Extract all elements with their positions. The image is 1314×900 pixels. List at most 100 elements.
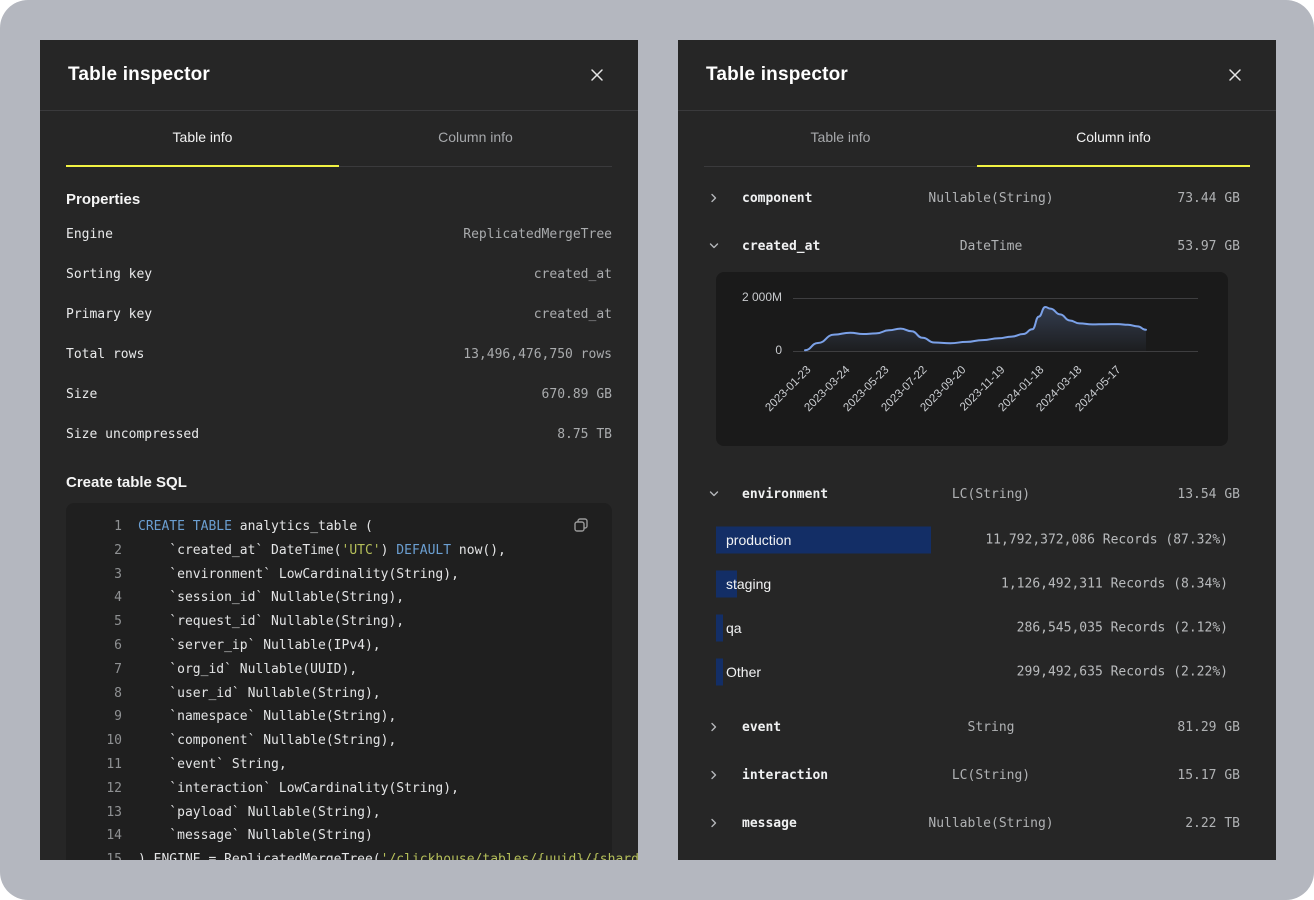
sql-token-plain: `payload` Nullable(String), (138, 805, 381, 820)
table-inspector-dialog-table-info: Table inspector Table info Column info P… (40, 40, 638, 860)
column-name: component (742, 191, 908, 206)
property-value: created_at (534, 307, 612, 322)
property-label: Sorting key (66, 267, 152, 282)
created-at-distribution-chart: 2 000M02023-01-232023-03-242023-05-23202… (716, 272, 1228, 446)
column-type: Nullable(String) (908, 816, 1074, 831)
x-axis-label: 2023-11-19 (935, 364, 1007, 436)
sql-code-text: `user_id` Nullable(String), (138, 682, 381, 706)
column-list: componentNullable(String)73.44 GBcreated… (678, 167, 1276, 847)
copy-icon[interactable] (571, 515, 592, 539)
sql-line: 11 `event` String, (96, 753, 594, 777)
sql-line: 6 `server_ip` Nullable(IPv4), (96, 634, 594, 658)
column-name: message (742, 816, 908, 831)
column-row-environment[interactable]: environmentLC(String)13.54 GB (678, 470, 1276, 518)
property-label: Engine (66, 227, 113, 242)
tab-column-info[interactable]: Column info (339, 111, 612, 167)
y-axis-label: 0 (726, 343, 782, 357)
chevron-down-icon[interactable] (708, 240, 726, 252)
line-number: 13 (96, 801, 122, 825)
sql-code-text: `component` Nullable(String), (138, 729, 396, 753)
sql-line: 2 `created_at` DateTime('UTC') DEFAULT n… (96, 539, 594, 563)
close-icon[interactable] (1222, 62, 1248, 88)
environment-value-records: 1,126,492,311 Records (8.34%) (1001, 577, 1228, 592)
sql-token-plain: `user_id` Nullable(String), (138, 686, 381, 701)
chevron-right-icon[interactable] (708, 192, 726, 204)
sql-token-kw: CREATE TABLE (138, 519, 232, 534)
sql-token-plain: `component` Nullable(String), (138, 733, 396, 748)
sql-line: 12 `interaction` LowCardinality(String), (96, 777, 594, 801)
tab-column-info[interactable]: Column info (977, 111, 1250, 167)
tab-table-info[interactable]: Table info (66, 111, 339, 167)
x-axis-label: 2023-07-22 (858, 364, 930, 436)
sql-token-plain: `org_id` Nullable(UUID), (138, 662, 357, 677)
sql-code-lines: 1CREATE TABLE analytics_table (2 `create… (96, 515, 594, 860)
sql-token-plain: `created_at` DateTime( (138, 543, 342, 558)
column-row-interaction[interactable]: interactionLC(String)15.17 GB (678, 751, 1276, 799)
sql-code-text: `org_id` Nullable(UUID), (138, 658, 357, 682)
column-type: Nullable(String) (908, 191, 1074, 206)
tab-table-info[interactable]: Table info (704, 111, 977, 167)
y-axis-label: 2 000M (726, 290, 782, 304)
x-axis-label: 2023-05-23 (819, 364, 891, 436)
property-row: Size uncompressed 8.75 TB (66, 414, 612, 454)
column-row-component[interactable]: componentNullable(String)73.44 GB (678, 174, 1276, 222)
column-size: 53.97 GB (1074, 239, 1240, 254)
line-number: 6 (96, 634, 122, 658)
dialog-header: Table inspector (678, 40, 1276, 111)
environment-value-row: Other299,492,635 Records (2.22%) (716, 650, 1240, 694)
modal-overlay-background: Table inspector Table info Column info P… (0, 0, 1314, 900)
sql-code-text: CREATE TABLE analytics_table ( (138, 515, 373, 539)
sql-token-str: '/clickhouse/tables/{uuid}/{shard}' (381, 852, 638, 860)
x-axis-label: 2023-03-24 (780, 364, 852, 436)
column-size: 81.29 GB (1074, 720, 1240, 735)
environment-value-bar (716, 615, 723, 642)
dialog-title: Table inspector (68, 64, 210, 86)
sql-token-plain: `interaction` LowCardinality(String), (138, 781, 459, 796)
property-row: Sorting keycreated_at (66, 254, 612, 294)
line-number: 4 (96, 586, 122, 610)
sql-code-text: `message` Nullable(String) (138, 824, 373, 848)
sql-code-block: 1CREATE TABLE analytics_table (2 `create… (66, 503, 612, 860)
sql-token-plain: `environment` LowCardinality(String), (138, 567, 459, 582)
properties-section-title: Properties (66, 191, 612, 208)
line-number: 15 (96, 848, 122, 860)
column-row-created_at[interactable]: created_atDateTime53.97 GB (678, 222, 1276, 270)
property-value: 670.89 GB (542, 387, 612, 402)
sql-line: 10 `component` Nullable(String), (96, 729, 594, 753)
line-number: 3 (96, 563, 122, 587)
property-row: EngineReplicatedMergeTree (66, 214, 612, 254)
column-name: created_at (742, 239, 908, 254)
sql-code-text: `namespace` Nullable(String), (138, 705, 396, 729)
chart-area-svg (793, 280, 1198, 352)
x-axis-label: 2024-03-18 (1013, 364, 1085, 436)
chevron-down-icon[interactable] (708, 488, 726, 500)
sql-line: 4 `session_id` Nullable(String), (96, 586, 594, 610)
close-icon[interactable] (584, 62, 610, 88)
sql-line: 13 `payload` Nullable(String), (96, 801, 594, 825)
line-number: 10 (96, 729, 122, 753)
column-name: interaction (742, 768, 908, 783)
chevron-right-icon[interactable] (708, 721, 726, 733)
environment-value-records: 286,545,035 Records (2.12%) (1017, 621, 1228, 636)
property-label: Total rows (66, 347, 144, 362)
property-row: Total rows13,496,476,750 rows (66, 334, 612, 374)
environment-value-row: production11,792,372,086 Records (87.32%… (716, 518, 1240, 562)
sql-line: 14 `message` Nullable(String) (96, 824, 594, 848)
line-number: 5 (96, 610, 122, 634)
properties-list: EngineReplicatedMergeTreeSorting keycrea… (66, 214, 612, 454)
environment-value-records: 299,492,635 Records (2.22%) (1017, 665, 1228, 680)
column-type: LC(String) (908, 487, 1074, 502)
column-size: 15.17 GB (1074, 768, 1240, 783)
environment-value-records: 11,792,372,086 Records (87.32%) (985, 533, 1228, 548)
sql-code-text: `session_id` Nullable(String), (138, 586, 404, 610)
property-value: 8.75 TB (557, 427, 612, 442)
column-row-event[interactable]: eventString81.29 GB (678, 703, 1276, 751)
chevron-right-icon[interactable] (708, 769, 726, 781)
column-row-message[interactable]: messageNullable(String)2.22 TB (678, 799, 1276, 847)
chevron-right-icon[interactable] (708, 817, 726, 829)
sql-token-str: 'UTC' (342, 543, 381, 558)
property-label: Size uncompressed (66, 427, 199, 442)
property-row: Size670.89 GB (66, 374, 612, 414)
sql-line: 15) ENGINE = ReplicatedMergeTree('/click… (96, 848, 594, 860)
environment-values: production11,792,372,086 Records (87.32%… (678, 518, 1276, 703)
